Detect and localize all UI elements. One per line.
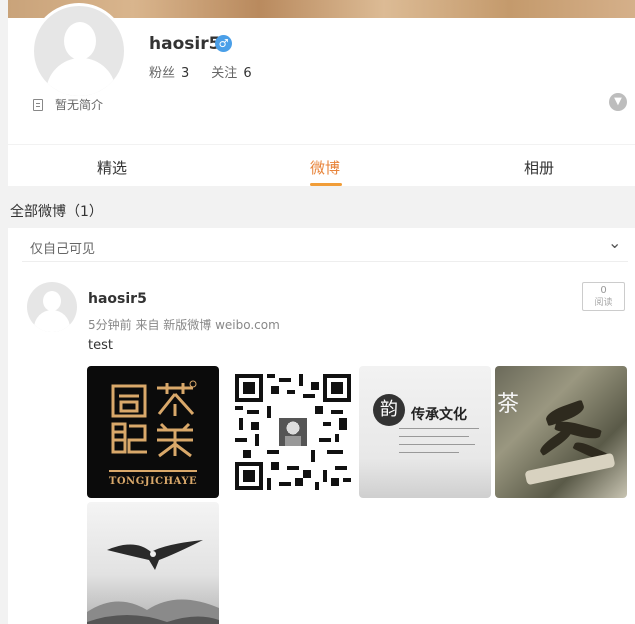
read-count: 0 (600, 285, 607, 296)
yun-character: 韵 (373, 394, 405, 426)
following-label[interactable]: 关注 (211, 66, 237, 81)
profile-header: haosir5 ♂ 粉丝 3 关注 6 暂无简介 ▼ (8, 3, 635, 144)
post-text: test (88, 338, 113, 353)
read-count-badge: 0 阅读 (582, 282, 625, 311)
tab-album[interactable]: 相册 (524, 157, 554, 178)
chevron-down-icon[interactable]: ▼ (609, 93, 627, 111)
yun-title: 传承文化 (411, 407, 467, 423)
following-count[interactable]: 6 (243, 66, 251, 81)
qr-code-graphic (235, 374, 351, 490)
divider (22, 261, 628, 262)
logo-brand-text: TONGJICHAYE (108, 476, 198, 487)
mountain-silhouette (87, 599, 219, 624)
profile-tabs: 精选 微博 相册 (8, 145, 635, 186)
eagle-graphic (107, 540, 203, 570)
tab-featured[interactable]: 精选 (97, 157, 127, 178)
tongchajiye-logo-image[interactable]: TONGJICHAYE (87, 366, 219, 498)
profile-bio: 暂无简介 (33, 96, 103, 113)
document-icon (33, 98, 43, 111)
tab-weibo[interactable]: 微博 (310, 157, 340, 178)
read-label: 阅读 (594, 298, 613, 308)
fans-count[interactable]: 3 (181, 66, 189, 81)
active-tab-indicator (310, 183, 342, 186)
qr-code-image[interactable] (223, 366, 355, 498)
tongchajiye-logo-mark (111, 380, 197, 458)
logo-divider (109, 470, 197, 472)
fans-label[interactable]: 粉丝 (149, 66, 175, 81)
bio-text: 暂无简介 (55, 98, 104, 112)
post-card: 仅自己可见 ⌄ haosir5 5分钟前 来自 新版微博 weibo.com t… (8, 228, 635, 624)
yun-culture-image[interactable]: 韵 传承文化 (359, 366, 491, 498)
tea-character: 茶 (497, 392, 520, 417)
eagle-landscape-image[interactable] (87, 502, 219, 624)
profile-stats: 粉丝 3 关注 6 (149, 62, 274, 81)
profile-avatar[interactable] (31, 3, 127, 99)
feed-section-title: 全部微博（1） (10, 204, 103, 220)
post-avatar[interactable] (27, 282, 77, 332)
visibility-filter[interactable]: 仅自己可见 (30, 238, 95, 257)
male-icon: ♂ (215, 35, 232, 52)
chevron-down-icon[interactable]: ⌄ (608, 233, 621, 252)
post-username[interactable]: haosir5 (88, 291, 147, 307)
profile-username: haosir5 (149, 34, 221, 54)
tea-leaves-image[interactable]: 茶 (495, 366, 627, 498)
post-meta: 5分钟前 来自 新版微博 weibo.com (88, 318, 280, 332)
